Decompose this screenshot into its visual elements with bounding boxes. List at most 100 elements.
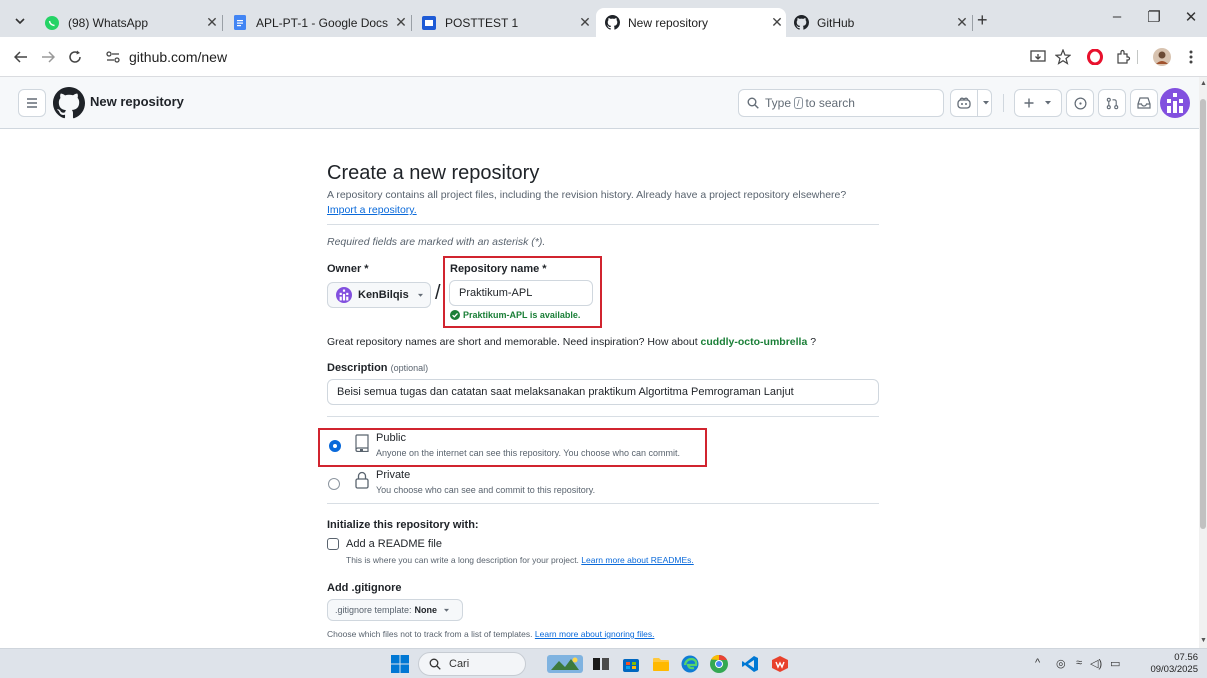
chrome-icon[interactable] bbox=[708, 653, 730, 675]
copilot-button[interactable] bbox=[950, 89, 992, 117]
github-header: New repository Type / to search bbox=[0, 77, 1199, 129]
tab-close-icon[interactable]: ✕ bbox=[392, 14, 410, 31]
divider bbox=[327, 503, 879, 504]
browser-toolbar: github.com/new bbox=[0, 37, 1207, 77]
readme-help-text: This is where you can write a long descr… bbox=[346, 555, 579, 565]
tab-title: GitHub bbox=[817, 15, 855, 30]
windows-start-icon[interactable] bbox=[389, 653, 411, 675]
scrollbar-thumb[interactable] bbox=[1200, 99, 1206, 529]
install-app-icon[interactable] bbox=[1027, 46, 1049, 68]
tab-close-icon[interactable]: ✕ bbox=[203, 14, 221, 31]
required-fields-note: Required fields are marked with an aster… bbox=[327, 236, 546, 248]
gitignore-learn-more-link[interactable]: Learn more about ignoring files. bbox=[535, 629, 655, 639]
inbox-icon bbox=[1137, 97, 1151, 109]
reload-button[interactable] bbox=[64, 46, 86, 68]
battery-icon[interactable]: ▭ bbox=[1110, 657, 1120, 670]
show-hidden-icons-icon[interactable]: ^ bbox=[1035, 657, 1040, 669]
tab-close-icon[interactable]: ✕ bbox=[768, 14, 786, 31]
arrow-left-icon bbox=[14, 51, 27, 63]
identicon-icon bbox=[339, 289, 349, 301]
tab-search-button[interactable] bbox=[8, 12, 32, 30]
edge-icon[interactable] bbox=[679, 653, 701, 675]
create-new-button[interactable] bbox=[1014, 89, 1062, 117]
url-text: github.com/new bbox=[129, 49, 228, 65]
task-view-icon[interactable] bbox=[590, 653, 612, 675]
tab-title: POSTTEST 1 bbox=[445, 15, 519, 30]
user-avatar[interactable] bbox=[1160, 88, 1190, 118]
arrow-right-icon bbox=[42, 51, 55, 63]
availability-message: Praktikum-APL is available. bbox=[450, 310, 580, 320]
scroll-down-icon[interactable]: ▼ bbox=[1200, 637, 1207, 644]
taskbar-clock[interactable]: 07.56 09/03/2025 bbox=[1138, 652, 1198, 676]
identicon-icon bbox=[1167, 93, 1183, 113]
hamburger-menu-button[interactable] bbox=[18, 89, 46, 117]
public-repo-icon bbox=[354, 434, 370, 452]
back-button[interactable] bbox=[10, 46, 32, 68]
address-bar[interactable]: github.com/new bbox=[103, 42, 1015, 72]
owner-avatar bbox=[336, 287, 352, 303]
store-icon[interactable] bbox=[620, 653, 642, 675]
public-radio[interactable] bbox=[329, 440, 341, 452]
readme-checkbox[interactable] bbox=[327, 538, 339, 550]
private-radio[interactable] bbox=[328, 478, 340, 490]
tab-close-icon[interactable]: ✕ bbox=[953, 14, 971, 31]
optional-tag: (optional) bbox=[390, 363, 429, 373]
import-repository-link[interactable]: Import a repository. bbox=[327, 204, 417, 216]
volume-icon[interactable]: ◁) bbox=[1090, 657, 1102, 670]
inspiration-suffix: ? bbox=[810, 336, 817, 348]
news-widget-icon[interactable] bbox=[546, 653, 584, 675]
owner-label: Owner * bbox=[327, 263, 369, 275]
initialize-label: Initialize this repository with: bbox=[327, 519, 479, 531]
taskbar-search[interactable]: Cari bbox=[418, 652, 526, 676]
pull-requests-button[interactable] bbox=[1098, 89, 1126, 117]
pull-request-icon bbox=[1106, 97, 1118, 109]
page-scrollbar[interactable]: ▲ ▼ bbox=[1199, 77, 1207, 648]
description-input[interactable]: Beisi semua tugas dan catatan saat melak… bbox=[327, 379, 879, 405]
divider bbox=[327, 224, 879, 225]
tab-github[interactable]: GitHub ✕ bbox=[785, 8, 971, 37]
tab-google-docs[interactable]: APL-PT-1 - Google Docs ✕ bbox=[224, 8, 410, 37]
tab-title: (98) WhatsApp bbox=[68, 15, 149, 30]
suggested-name-link[interactable]: cuddly-octo-umbrella bbox=[701, 336, 808, 348]
page-context-title: New repository bbox=[90, 94, 184, 109]
chevron-down-icon bbox=[1045, 101, 1051, 105]
gitignore-template-select[interactable]: .gitignore template: None bbox=[327, 599, 463, 621]
scroll-up-icon[interactable]: ▲ bbox=[1200, 80, 1207, 87]
page-subtitle: A repository contains all project files,… bbox=[327, 188, 887, 218]
plus-icon bbox=[1024, 98, 1034, 108]
copilot-tray-icon[interactable]: ◎ bbox=[1056, 657, 1066, 670]
tab-title: APL-PT-1 - Google Docs bbox=[256, 15, 389, 30]
repository-name-input[interactable]: Praktikum-APL bbox=[449, 280, 593, 306]
forward-button[interactable] bbox=[37, 46, 59, 68]
tab-whatsapp[interactable]: (98) WhatsApp ✕ bbox=[36, 8, 221, 37]
extensions-icon[interactable] bbox=[1112, 46, 1134, 68]
readme-label: Add a README file bbox=[346, 538, 442, 550]
browser-menu-icon[interactable] bbox=[1180, 46, 1202, 68]
tab-new-repository[interactable]: New repository ✕ bbox=[596, 8, 786, 37]
restore-button[interactable]: ❐ bbox=[1139, 8, 1169, 26]
tab-posttest[interactable]: POSTTEST 1 ✕ bbox=[413, 8, 594, 37]
new-tab-button[interactable]: + bbox=[977, 10, 988, 31]
reload-icon bbox=[69, 50, 81, 63]
readme-learn-more-link[interactable]: Learn more about READMEs. bbox=[581, 555, 693, 565]
issues-button[interactable] bbox=[1066, 89, 1094, 117]
posttest-icon bbox=[421, 15, 437, 31]
owner-select[interactable]: KenBilqis bbox=[327, 282, 431, 308]
opera-icon[interactable] bbox=[1084, 46, 1106, 68]
minimize-button[interactable]: – bbox=[1102, 8, 1132, 25]
search-input[interactable]: Type / to search bbox=[738, 89, 944, 117]
site-info-icon[interactable] bbox=[103, 47, 123, 67]
chevron-down-icon bbox=[15, 18, 25, 25]
inbox-button[interactable] bbox=[1130, 89, 1158, 117]
profile-avatar[interactable] bbox=[1151, 46, 1173, 68]
wps-office-icon[interactable] bbox=[769, 653, 791, 675]
public-description: Anyone on the internet can see this repo… bbox=[376, 448, 681, 458]
tab-close-icon[interactable]: ✕ bbox=[576, 14, 594, 31]
github-logo-icon[interactable] bbox=[53, 87, 85, 119]
wifi-icon[interactable]: ≈ bbox=[1076, 657, 1082, 669]
owner-name: KenBilqis bbox=[358, 289, 409, 301]
bookmark-star-icon[interactable] bbox=[1052, 46, 1074, 68]
vscode-icon[interactable] bbox=[739, 653, 761, 675]
close-window-button[interactable]: ✕ bbox=[1176, 8, 1206, 26]
file-explorer-icon[interactable] bbox=[650, 653, 672, 675]
